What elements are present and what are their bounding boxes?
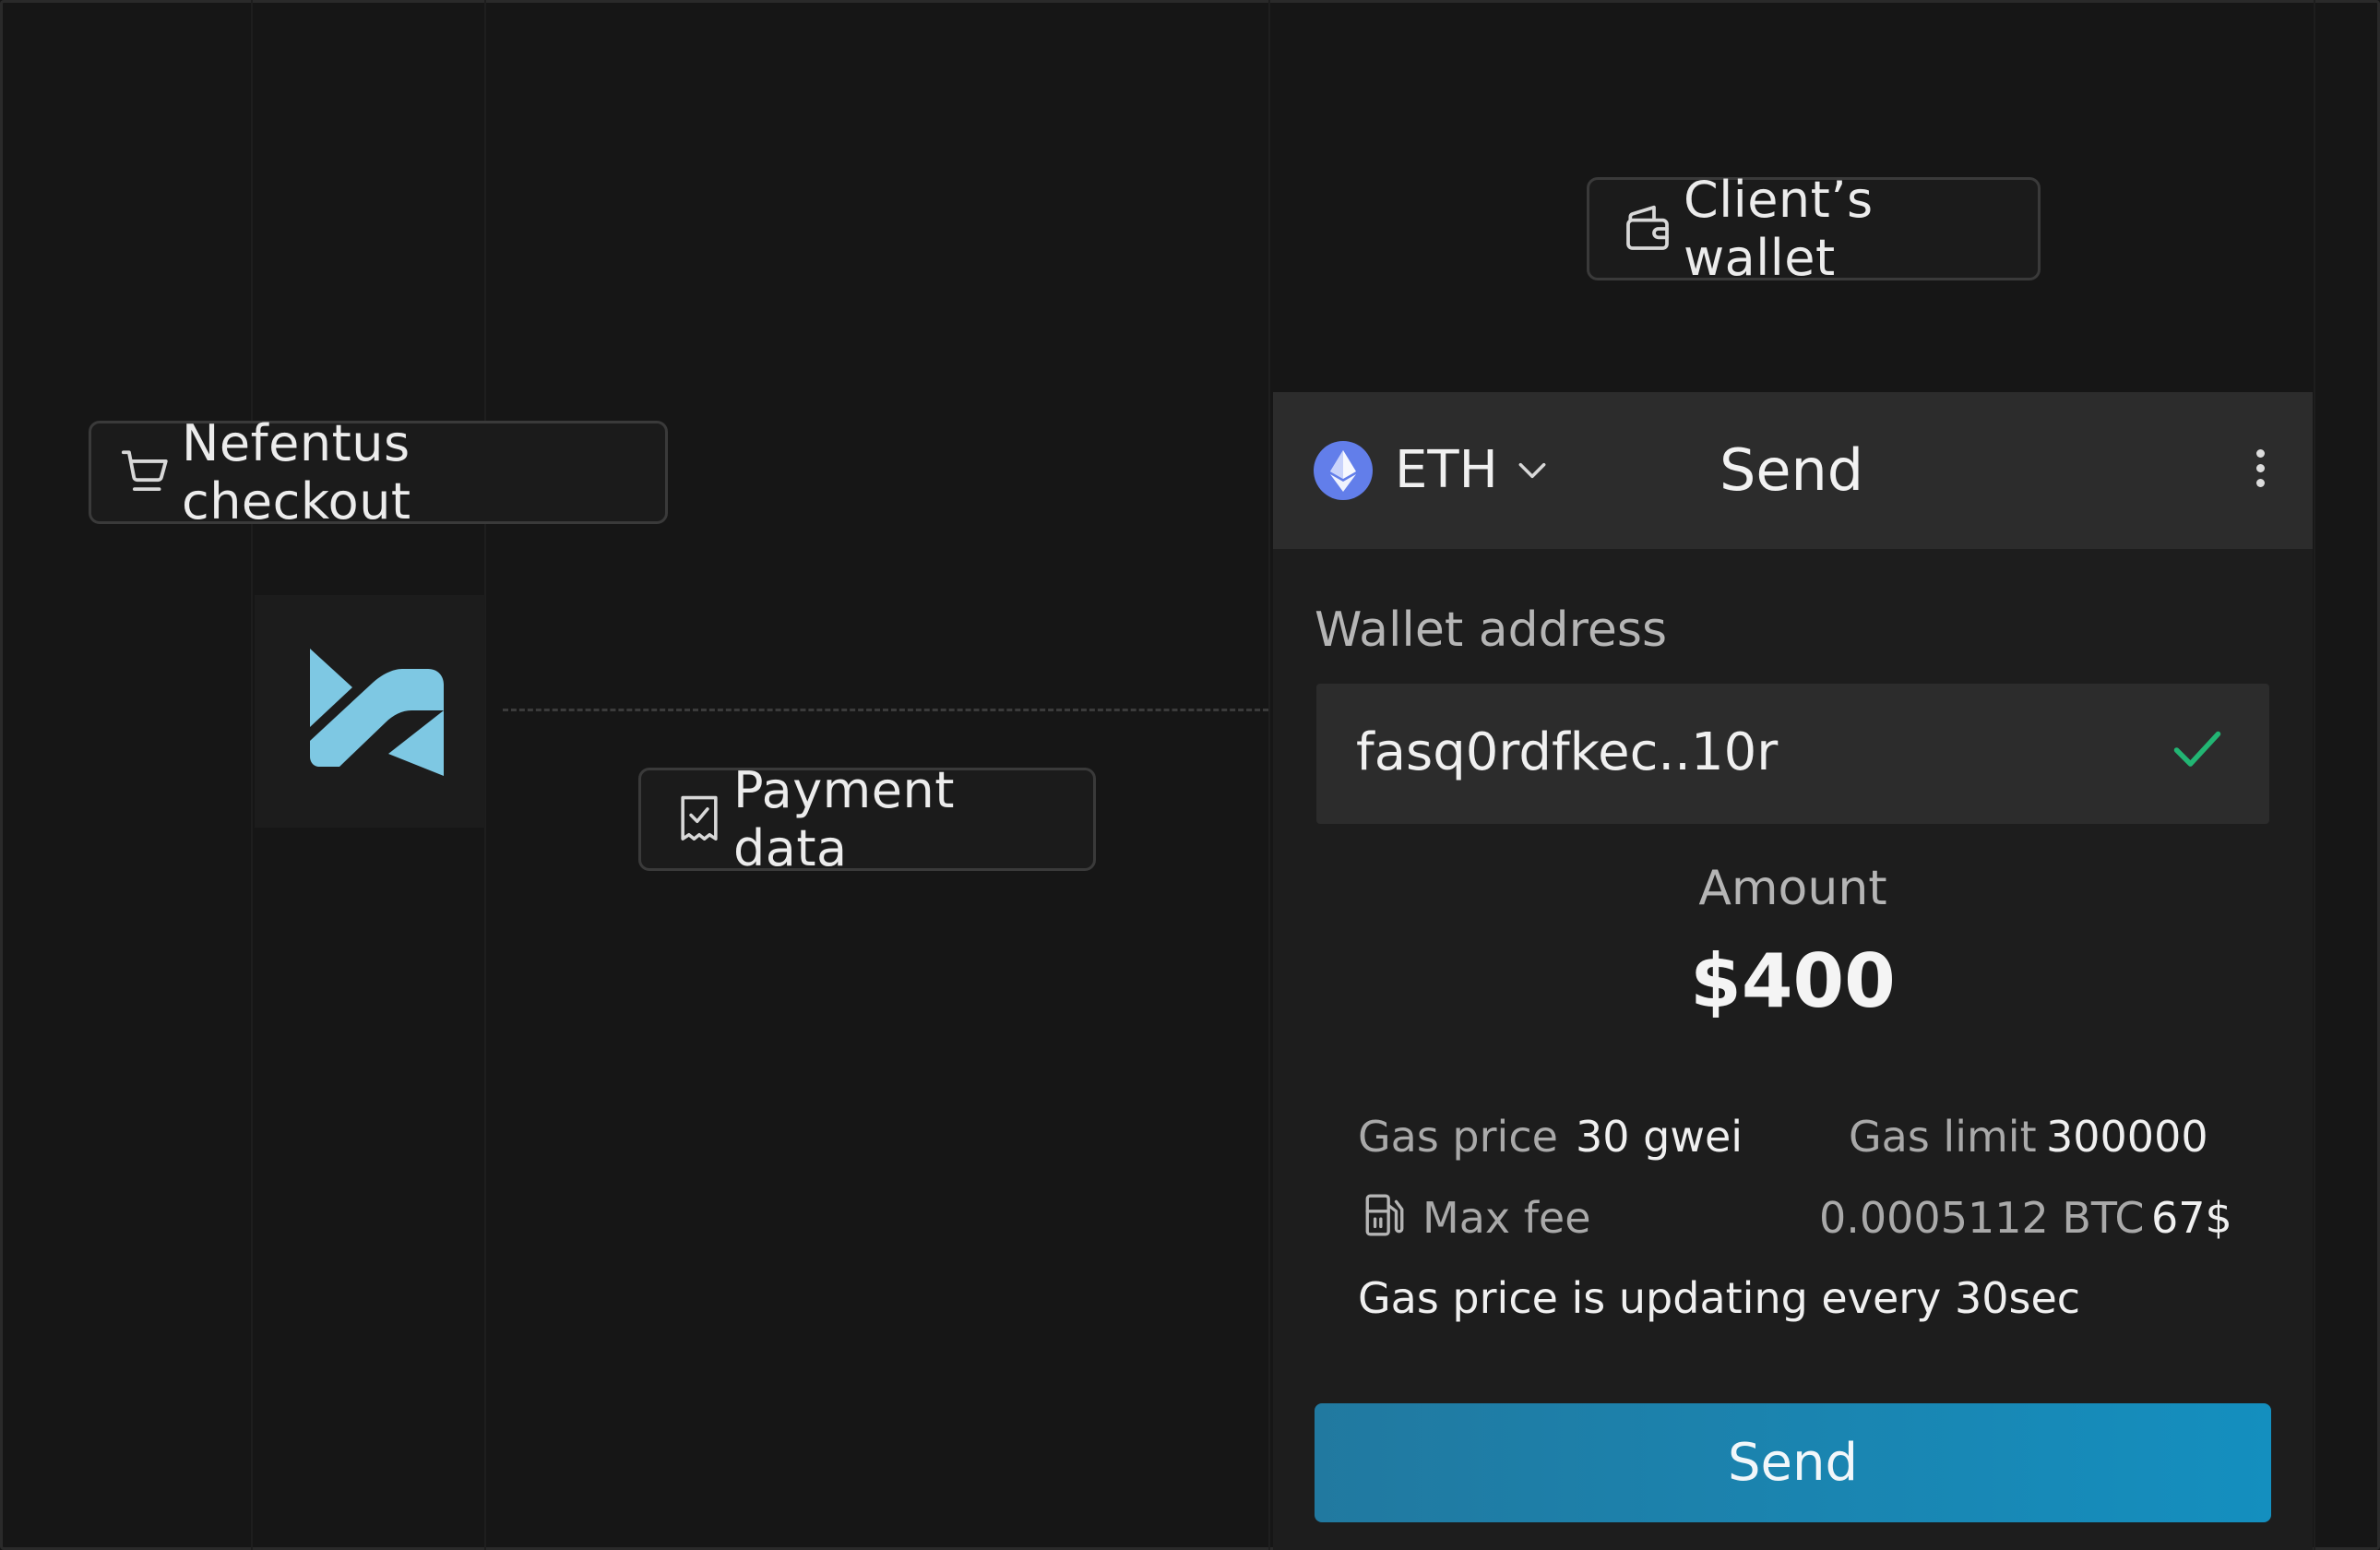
max-fee-fiat: 67$ <box>2151 1193 2232 1243</box>
payment-data-label: Payment data <box>638 761 1096 877</box>
chevron-down-icon[interactable] <box>1515 457 1550 484</box>
amount-value: $400 <box>1690 938 1896 1024</box>
panel-header: ETH Send <box>1273 392 2313 549</box>
checkout-label-text: Nefentus checkout <box>182 414 411 531</box>
wallet-address-label: Wallet address <box>1315 602 1668 658</box>
check-icon <box>2173 731 2221 767</box>
nefentus-logo-tile <box>255 595 485 828</box>
payment-data-label-text: Payment data <box>733 761 955 877</box>
gas-limit-label: Gas limit <box>1849 1112 2037 1162</box>
grid-line <box>1268 0 1270 1550</box>
send-button[interactable]: Send <box>1315 1403 2271 1522</box>
client-wallet-label-text: Client’s wallet <box>1684 171 1874 287</box>
panel-title: Send <box>1720 436 1864 504</box>
connector-line <box>503 709 1268 711</box>
currency-selector-label[interactable]: ETH <box>1395 440 1498 500</box>
more-vertical-icon[interactable] <box>2242 449 2279 494</box>
wallet-address-input[interactable]: fasq0rdfkec..10r <box>1316 684 2269 824</box>
amount-label: Amount <box>1698 861 1887 916</box>
max-fee-crypto: 0.0005112 BTC <box>1819 1193 2145 1243</box>
max-fee-label: Max fee <box>1422 1193 1591 1243</box>
gas-price-value: 30 gwei <box>1576 1112 1743 1162</box>
receipt-check-icon <box>681 795 718 841</box>
ethereum-icon <box>1314 441 1373 500</box>
wallet-address-value: fasq0rdfkec..10r <box>1356 722 1779 782</box>
client-wallet-label: Client’s wallet <box>1587 171 2041 287</box>
fuel-pump-icon <box>1365 1194 1404 1236</box>
wallet-send-panel: ETH Send Wallet address fasq0rdfkec..10r… <box>1273 392 2313 1550</box>
gas-price-label: Gas price <box>1358 1112 1558 1162</box>
checkout-label: Nefentus checkout <box>89 414 668 531</box>
nefentus-logo <box>310 649 444 776</box>
grid-line <box>251 0 253 1550</box>
grid-line <box>2314 0 2315 1550</box>
cart-icon <box>121 450 168 492</box>
gas-update-note: Gas price is updating every 30sec <box>1358 1273 2081 1323</box>
wallet-icon <box>1626 205 1669 250</box>
gas-limit-value: 300000 <box>2046 1112 2208 1162</box>
